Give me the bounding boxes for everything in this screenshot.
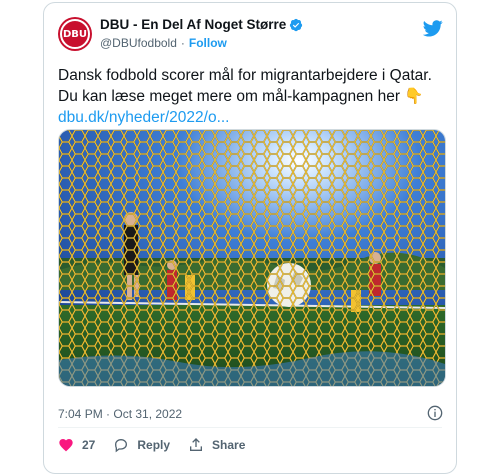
tweet-text: Dansk fodbold scorer mål for migrantarbe…	[58, 65, 443, 128]
share-label: Share	[212, 438, 246, 452]
like-button[interactable]: 27	[58, 437, 95, 453]
avatar[interactable]: DBU	[58, 17, 92, 51]
tweet-line-1: Dansk fodbold scorer mål for migrantarbe…	[58, 67, 432, 84]
like-count: 27	[82, 438, 96, 452]
tweet-actions: 27 Reply Share	[58, 437, 263, 453]
dbu-logo-icon: DBU	[60, 19, 90, 49]
author-name-row[interactable]: DBU - En Del Af Noget Større	[100, 17, 303, 32]
divider	[58, 427, 442, 428]
tweet-timestamp[interactable]: 7:04 PM · Oct 31, 2022	[58, 407, 182, 421]
info-icon[interactable]	[427, 405, 443, 421]
verified-badge-icon	[290, 18, 303, 31]
reply-label: Reply	[137, 438, 171, 452]
handle-row: @DBUfodbold · Follow	[100, 36, 227, 50]
tweet-line-2: Du kan læse meget mere om mål-kampagnen …	[58, 86, 443, 107]
avatar-logo-text: DBU	[62, 28, 88, 40]
tweet-card: DBU DBU - En Del Af Noget Større @DBUfod…	[43, 2, 457, 474]
football-photo-image	[59, 130, 445, 386]
reply-button[interactable]: Reply	[113, 437, 170, 453]
tweet-line-2-text: Du kan læse meget mere om mål-kampagnen …	[58, 88, 401, 105]
share-icon	[190, 438, 203, 451]
reply-icon	[115, 438, 128, 453]
twitter-bird-icon[interactable]	[423, 18, 443, 38]
pointing-down-emoji: 👇	[404, 88, 424, 105]
display-name[interactable]: DBU - En Del Af Noget Større	[100, 17, 286, 32]
tweet-photo[interactable]	[58, 129, 446, 387]
account-handle[interactable]: @DBUfodbold	[100, 36, 177, 50]
separator-dot: ·	[180, 36, 185, 50]
heart-icon	[59, 439, 73, 452]
share-button[interactable]: Share	[188, 437, 245, 453]
follow-button[interactable]: Follow	[189, 36, 227, 50]
tweet-link[interactable]: dbu.dk/nyheder/2022/o...	[58, 107, 443, 128]
